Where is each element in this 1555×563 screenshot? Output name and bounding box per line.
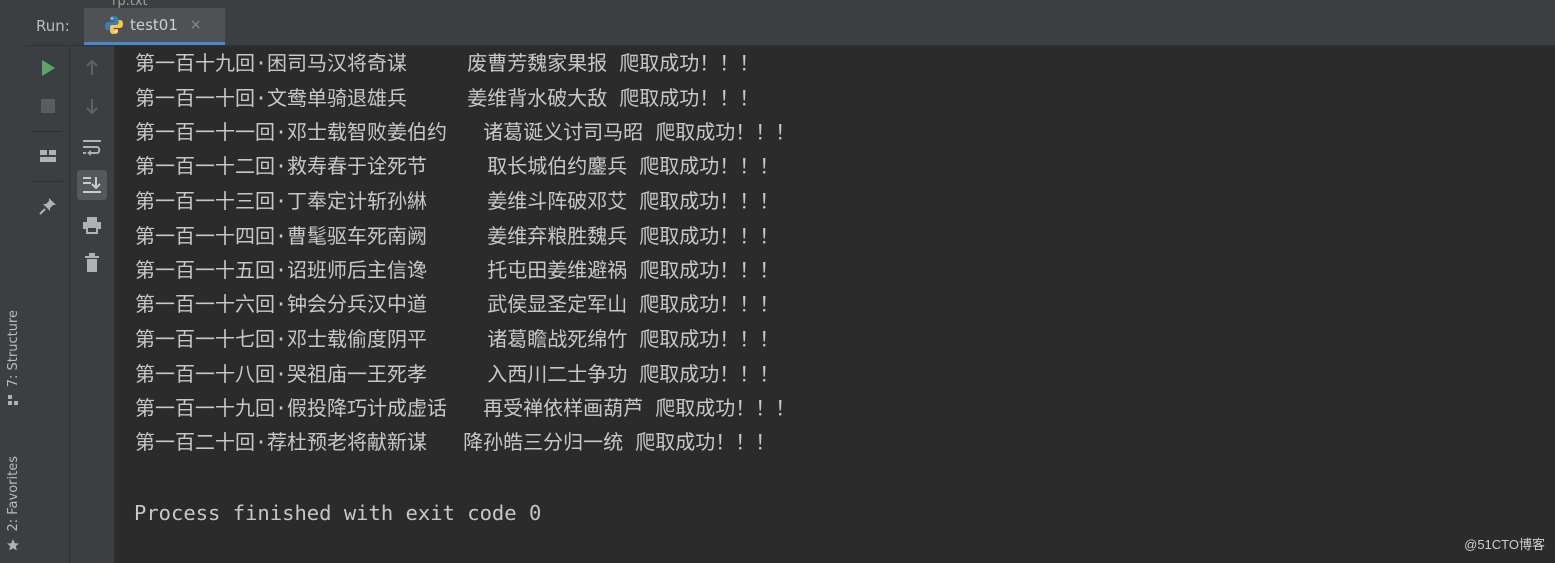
- down-arrow-icon: [86, 99, 98, 115]
- pin-tab-button[interactable]: [33, 191, 63, 221]
- layout-button[interactable]: [33, 141, 63, 171]
- console-line: 第一百二十回·荐杜预老将献新谋 降孙皓三分归一统 爬取成功！！！: [135, 430, 776, 454]
- rerun-button[interactable]: [33, 53, 63, 83]
- previous-occurrence-button[interactable]: [77, 53, 107, 83]
- print-button[interactable]: [77, 210, 107, 240]
- console-line: 第一百一十三回·丁奉定计斩孙綝 姜维斗阵破邓艾 爬取成功！！！: [135, 189, 780, 213]
- run-toolbar-secondary: [70, 46, 115, 563]
- structure-tool-tab[interactable]: 7: Structure: [0, 310, 26, 407]
- soft-wrap-icon: [83, 140, 101, 156]
- toolbar-divider: [32, 181, 62, 182]
- stop-button[interactable]: [33, 91, 63, 121]
- pin-icon: [39, 198, 56, 215]
- console-line: 第一百一十一回·邓士载智败姜伯约 诸葛诞义讨司马昭 爬取成功！！！: [135, 120, 796, 144]
- console-line: 第一百一十回·文鸯单骑退雄兵 姜维背水破大敌 爬取成功！！！: [135, 86, 760, 110]
- console-line: 第一百十九回·困司马汉将奇谋 废曹芳魏家果报 爬取成功！！！: [135, 51, 760, 75]
- console-line: 第一百一十二回·救寿春于诠死节 取长城伯约鏖兵 爬取成功！！！: [135, 154, 780, 178]
- soft-wrap-button[interactable]: [77, 132, 107, 162]
- star-icon: [7, 538, 19, 551]
- console-line: 第一百一十五回·诏班师后主信谗 托屯田姜维避祸 爬取成功！！！: [135, 258, 780, 282]
- scroll-to-end-icon: [83, 177, 101, 193]
- run-panel-header: Run: test01 ×: [26, 8, 1555, 46]
- run-icon: [42, 60, 55, 76]
- run-config-tab[interactable]: test01 ×: [84, 8, 225, 45]
- left-tool-stripe: 7: Structure 2: Favorites: [0, 8, 27, 563]
- clear-all-button[interactable]: [77, 248, 107, 278]
- run-tool-window: rp.txt 7: Structure 2: Favorites Run: te…: [0, 0, 1555, 563]
- next-occurrence-button[interactable]: [77, 91, 107, 121]
- scroll-to-end-button[interactable]: [77, 170, 107, 200]
- structure-tab-label: 7: Structure: [5, 310, 21, 388]
- console-output[interactable]: 第一百十九回·困司马汉将奇谋 废曹芳魏家果报 爬取成功！！！ 第一百一十回·文鸯…: [115, 46, 1555, 563]
- structure-icon: [8, 395, 18, 406]
- run-label: Run:: [36, 17, 70, 35]
- run-toolbar-primary: [26, 46, 70, 563]
- layout-icon: [40, 150, 56, 162]
- console-line: 第一百一十四回·曹髦驱车死南阙 姜维弃粮胜魏兵 爬取成功！！！: [135, 224, 780, 248]
- console-line: 第一百一十七回·邓士载偷度阴平 诸葛瞻战死绵竹 爬取成功！！！: [135, 327, 780, 351]
- favorites-tool-tab[interactable]: 2: Favorites: [0, 456, 26, 552]
- up-arrow-icon: [86, 59, 98, 75]
- console-line: 第一百一十八回·哭祖庙一王死孝 入西川二士争功 爬取成功！！！: [135, 362, 780, 386]
- toolbar-divider: [32, 131, 62, 132]
- tab-title: test01: [130, 16, 178, 34]
- trash-icon: [85, 253, 99, 272]
- stop-icon: [41, 99, 55, 113]
- console-line: 第一百一十六回·钟会分兵汉中道 武侯显圣定军山 爬取成功！！！: [135, 292, 780, 316]
- close-tab-icon[interactable]: ×: [190, 17, 202, 33]
- favorites-tab-label: 2: Favorites: [5, 456, 21, 532]
- print-icon: [83, 217, 101, 234]
- process-finished-message: Process finished with exit code 0: [134, 501, 542, 525]
- python-icon: [105, 16, 123, 34]
- watermark: @51CTO博客: [1464, 537, 1545, 552]
- console-line: 第一百一十九回·假投降巧计成虚话 再受禅依样画葫芦 爬取成功！！！: [135, 396, 796, 420]
